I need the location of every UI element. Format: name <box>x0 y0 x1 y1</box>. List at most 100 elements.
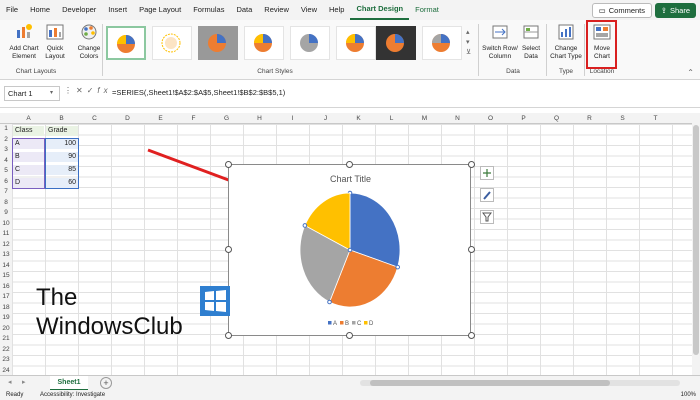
resize-handle-left[interactable] <box>225 246 232 253</box>
row-header-9[interactable]: 9 <box>0 208 12 219</box>
tab-chart-design[interactable]: Chart Design <box>350 0 410 20</box>
select-data-button[interactable]: Select Data <box>520 24 542 61</box>
legend-label-d[interactable]: D <box>369 321 374 327</box>
column-header-m[interactable]: M <box>408 113 441 124</box>
vertical-scrollbar[interactable] <box>692 113 700 375</box>
column-header-t[interactable]: T <box>639 113 672 124</box>
tab-data[interactable]: Data <box>230 0 258 20</box>
row-header-10[interactable]: 10 <box>0 219 12 230</box>
resize-handle-top-right[interactable] <box>468 161 475 168</box>
row-header-6[interactable]: 6 <box>0 177 12 188</box>
chart-style-5[interactable] <box>290 26 330 60</box>
fx-icon[interactable]: fx <box>97 86 111 95</box>
row-header-16[interactable]: 16 <box>0 282 12 293</box>
chart-styles-button[interactable] <box>480 188 494 202</box>
tab-formulas[interactable]: Formulas <box>187 0 230 20</box>
quick-layout-button[interactable]: Quick Layout <box>42 24 68 61</box>
legend-label-b[interactable]: B <box>345 321 349 327</box>
row-header-14[interactable]: 14 <box>0 261 12 272</box>
row-header-1[interactable]: 1 <box>0 124 12 135</box>
column-header-g[interactable]: G <box>210 113 243 124</box>
chart-style-4[interactable] <box>244 26 284 60</box>
column-header-p[interactable]: P <box>507 113 540 124</box>
row-header-12[interactable]: 12 <box>0 240 12 251</box>
chart-elements-button[interactable] <box>480 166 494 180</box>
change-chart-type-button[interactable]: Change Chart Type <box>550 24 582 61</box>
tab-insert[interactable]: Insert <box>102 0 133 20</box>
switch-row-column-button[interactable]: Switch Row/ Column <box>482 24 518 61</box>
change-colors-button[interactable]: Change Colors <box>74 24 104 61</box>
sheet-nav-next-icon[interactable]: ▸ <box>22 378 26 386</box>
resize-handle-bottom[interactable] <box>346 332 353 339</box>
column-header-n[interactable]: N <box>441 113 474 124</box>
resize-handle-bottom-right[interactable] <box>468 332 475 339</box>
name-box-dropdown-icon[interactable]: ▾ <box>50 89 53 96</box>
row-header-13[interactable]: 13 <box>0 250 12 261</box>
column-header-c[interactable]: C <box>78 113 111 124</box>
pie-chart[interactable]: Chart Title ABCD <box>228 164 471 336</box>
column-header-j[interactable]: J <box>309 113 342 124</box>
row-header-5[interactable]: 5 <box>0 166 12 177</box>
row-header-4[interactable]: 4 <box>0 156 12 167</box>
column-header-l[interactable]: L <box>375 113 408 124</box>
column-header-i[interactable]: I <box>276 113 309 124</box>
chart-styles-scroll[interactable]: ▴ ▾ ⊻ <box>466 28 471 58</box>
row-header-24[interactable]: 24 <box>0 366 12 376</box>
row-header-11[interactable]: 11 <box>0 229 12 240</box>
resize-handle-bottom-left[interactable] <box>225 332 232 339</box>
tab-review[interactable]: Review <box>258 0 295 20</box>
column-header-b[interactable]: B <box>45 113 78 124</box>
enter-icon[interactable]: ✓ <box>87 86 98 95</box>
column-header-f[interactable]: F <box>177 113 210 124</box>
horizontal-scroll-thumb[interactable] <box>370 380 610 386</box>
horizontal-scrollbar[interactable] <box>360 380 680 386</box>
column-header-s[interactable]: S <box>606 113 639 124</box>
chart-style-8[interactable] <box>422 26 462 60</box>
resize-handle-top[interactable] <box>346 161 353 168</box>
tab-format[interactable]: Format <box>409 0 445 20</box>
resize-handle-top-left[interactable] <box>225 161 232 168</box>
tab-file[interactable]: File <box>0 0 24 20</box>
sheet-nav-prev-icon[interactable]: ◂ <box>8 378 12 386</box>
row-header-7[interactable]: 7 <box>0 187 12 198</box>
column-header-q[interactable]: Q <box>540 113 573 124</box>
column-header-e[interactable]: E <box>144 113 177 124</box>
row-header-2[interactable]: 2 <box>0 135 12 146</box>
chart-style-6[interactable] <box>336 26 376 60</box>
cell-a1[interactable]: Class <box>13 126 44 136</box>
legend-label-a[interactable]: A <box>333 321 337 327</box>
cell-b1[interactable]: Grade <box>46 126 78 136</box>
row-header-18[interactable]: 18 <box>0 303 12 314</box>
chart-style-2[interactable] <box>152 26 192 60</box>
row-header-21[interactable]: 21 <box>0 334 12 345</box>
zoom-level[interactable]: 100% <box>681 390 696 400</box>
vertical-scroll-thumb[interactable] <box>693 125 699 355</box>
comments-button[interactable]: ▭ Comments <box>591 3 652 18</box>
row-header-15[interactable]: 15 <box>0 271 12 282</box>
chart-style-1[interactable] <box>106 26 146 60</box>
tab-view[interactable]: View <box>295 0 323 20</box>
cancel-icon[interactable]: ✕ <box>76 86 87 95</box>
chart-style-7[interactable] <box>376 26 416 60</box>
chart-filters-button[interactable] <box>480 210 494 224</box>
column-header-o[interactable]: O <box>474 113 507 124</box>
column-header-k[interactable]: K <box>342 113 375 124</box>
row-header-20[interactable]: 20 <box>0 324 12 335</box>
column-header-a[interactable]: A <box>12 113 45 124</box>
tab-developer[interactable]: Developer <box>56 0 102 20</box>
tab-page-layout[interactable]: Page Layout <box>133 0 187 20</box>
share-button[interactable]: ⇪ Share <box>654 3 696 18</box>
row-header-23[interactable]: 23 <box>0 355 12 366</box>
collapse-ribbon-icon[interactable]: ⌃ <box>687 68 694 77</box>
row-header-3[interactable]: 3 <box>0 145 12 156</box>
column-header-r[interactable]: R <box>573 113 606 124</box>
row-header-8[interactable]: 8 <box>0 198 12 209</box>
add-chart-element-button[interactable]: Add Chart Element <box>6 24 42 61</box>
row-header-17[interactable]: 17 <box>0 292 12 303</box>
add-sheet-button[interactable]: + <box>100 377 112 389</box>
row-header-22[interactable]: 22 <box>0 345 12 356</box>
formula-input[interactable]: =SERIES(,Sheet1!$A$2:$A$5,Sheet1!$B$2:$B… <box>112 86 285 99</box>
column-header-d[interactable]: D <box>111 113 144 124</box>
tab-help[interactable]: Help <box>323 0 350 20</box>
legend-label-c[interactable]: C <box>357 321 362 327</box>
